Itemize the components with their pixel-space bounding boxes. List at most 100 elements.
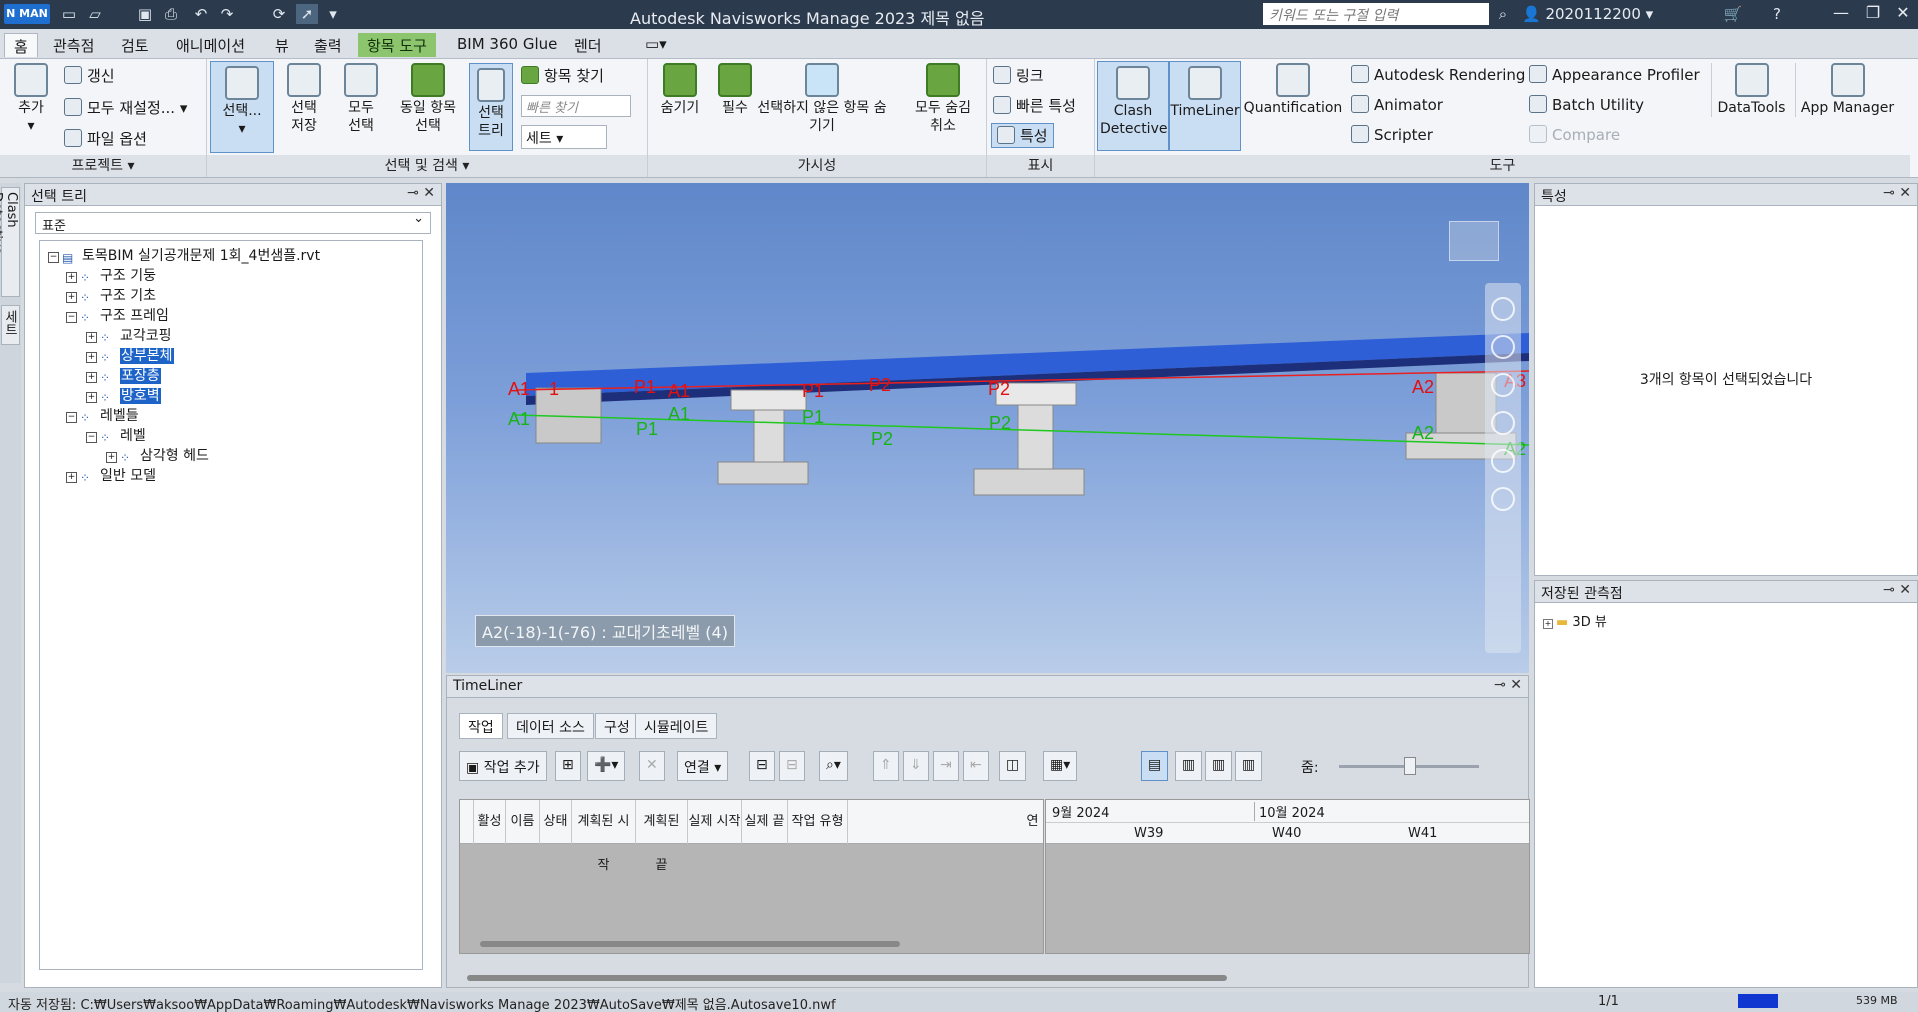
properties-button[interactable]: 특성 xyxy=(991,123,1054,148)
close-button[interactable]: ✕ xyxy=(1888,3,1918,25)
qa-dropdown-icon[interactable]: ▾ xyxy=(322,4,344,24)
add-task-button[interactable]: ▣ 작업 추가 xyxy=(459,751,547,781)
batch-utility-button[interactable]: Batch Utility xyxy=(1529,95,1644,114)
panel-select-label[interactable]: 선택 및 검색 ▾ xyxy=(207,155,647,177)
zoom-slider[interactable] xyxy=(1339,757,1479,775)
panel-pin-close-icon[interactable]: ⊸ ✕ xyxy=(1494,677,1522,693)
expand-toggle[interactable]: − xyxy=(86,432,97,443)
autodesk-rendering-button[interactable]: Autodesk Rendering xyxy=(1351,65,1525,84)
sets-side-tab[interactable]: 세트 xyxy=(1,305,20,345)
clash-detective-button[interactable]: Clash Detective xyxy=(1097,61,1169,151)
col-name[interactable]: 이름 xyxy=(506,800,540,844)
select-same-button[interactable]: 동일 항목 선택 xyxy=(393,63,463,135)
expand-toggle[interactable]: + xyxy=(66,292,77,303)
refresh-icon[interactable]: ⟳ xyxy=(268,4,290,24)
viewcube[interactable] xyxy=(1449,221,1499,261)
col-actual-end[interactable]: 실제 끝 xyxy=(742,800,788,844)
timeliner-button[interactable]: TimeLiner xyxy=(1169,61,1241,151)
tree-node[interactable]: + ⁘ 일반 모델 xyxy=(66,465,156,485)
quick-find-input[interactable]: 빠른 찾기 xyxy=(521,95,631,117)
planned-view-icon[interactable]: ▥ xyxy=(1175,751,1203,781)
expand-toggle[interactable]: − xyxy=(48,252,59,263)
tab-configure[interactable]: 구성 xyxy=(595,713,639,739)
tree-node[interactable]: + ⁘ 구조 기초 xyxy=(66,285,156,305)
link-button[interactable]: 연결 ▾ xyxy=(677,751,729,781)
save-selection-button[interactable]: 선택 저장 xyxy=(279,63,329,135)
quantification-button[interactable]: Quantification xyxy=(1243,63,1343,117)
refresh-button[interactable]: 갱신 xyxy=(64,65,115,86)
gantt-view-icon[interactable]: ▤ xyxy=(1141,751,1169,781)
tree-node[interactable]: + ⁘ 교각코핑 xyxy=(86,325,172,345)
select-cursor-icon[interactable]: ➚ xyxy=(296,4,318,24)
3d-viewport[interactable]: A1 1 P1 A1 P1 P2 P2 A2 A3 A1 P1 A1 P1 P2… xyxy=(446,183,1529,673)
panel-pin-close-icon[interactable]: ⊸ ✕ xyxy=(1883,185,1911,201)
panel-pin-close-icon[interactable]: ⊸ ✕ xyxy=(407,185,435,201)
datatools-button[interactable]: DataTools xyxy=(1711,63,1791,117)
insert-task-icon[interactable]: ➕▾ xyxy=(587,751,626,781)
pan-icon[interactable] xyxy=(1491,297,1515,321)
attach-icon[interactable]: ⊟ xyxy=(749,751,775,781)
selection-tree-button[interactable]: 선택 트리 xyxy=(469,63,513,151)
expand-toggle[interactable]: − xyxy=(66,412,77,423)
restore-button[interactable]: ❐ xyxy=(1858,3,1888,25)
add-button[interactable]: 추가 ▾ xyxy=(6,63,56,135)
tree-node[interactable]: + ⁘ 삼각형 헤드 xyxy=(106,445,209,465)
walk-icon[interactable] xyxy=(1491,449,1515,473)
keyword-search-input[interactable]: 키워드 또는 구절 입력 xyxy=(1263,3,1489,25)
comment-icon[interactable]: ◫ xyxy=(999,751,1027,781)
actual-view-icon[interactable]: ▥ xyxy=(1205,751,1233,781)
new-file-icon[interactable]: ▭ xyxy=(58,4,80,24)
clash-detective-side-tab[interactable]: Clash Detective xyxy=(0,187,20,297)
animator-button[interactable]: Animator xyxy=(1351,95,1443,114)
app-logo[interactable]: N MAN xyxy=(4,4,50,24)
auto-add-icon[interactable]: ⊞ xyxy=(555,751,581,781)
hide-button[interactable]: 숨기기 xyxy=(652,63,708,117)
tab-review[interactable]: 검토 xyxy=(112,33,158,57)
expand-toggle[interactable]: + xyxy=(86,392,97,403)
reset-all-button[interactable]: 모두 재설정... ▾ xyxy=(64,97,187,118)
links-button[interactable]: 링크 xyxy=(993,65,1044,86)
tree-node-selected[interactable]: + ⁘ 상부본체 xyxy=(86,345,174,365)
col-actual-start[interactable]: 실제 시작 xyxy=(688,800,742,844)
expand-toggle[interactable]: + xyxy=(106,452,117,463)
open-file-icon[interactable]: ▱ xyxy=(84,4,106,24)
find-items-icon[interactable]: ⌕▾ xyxy=(819,751,848,781)
select-all-button[interactable]: 모두 선택 xyxy=(333,63,389,135)
tab-extra-icon[interactable]: ▭▾ xyxy=(636,33,676,57)
select-icon[interactable] xyxy=(1491,487,1515,511)
zoom-slider-thumb[interactable] xyxy=(1404,757,1416,775)
col-planned-end[interactable]: 계획된 끝 xyxy=(636,800,688,873)
tab-simulate[interactable]: 시뮬레이트 xyxy=(635,713,718,739)
appearance-profiler-button[interactable]: Appearance Profiler xyxy=(1529,65,1700,84)
compare-view-icon[interactable]: ▥ xyxy=(1235,751,1263,781)
redo-icon[interactable]: ↷ xyxy=(216,4,238,24)
tree-node-selected[interactable]: + ⁘ 방호벽 xyxy=(86,385,161,405)
app-manager-button[interactable]: App Manager xyxy=(1795,63,1899,117)
tab-data-sources[interactable]: 데이터 소스 xyxy=(507,713,594,739)
expand-toggle[interactable]: + xyxy=(86,372,97,383)
tab-viewpoint[interactable]: 관측점 xyxy=(44,33,103,57)
col-attached[interactable]: 연 xyxy=(1020,800,1045,844)
tree-node[interactable]: − ⁘ 레벨 xyxy=(86,425,146,445)
panel-project-label[interactable]: 프로젝트 ▾ xyxy=(0,155,206,177)
columns-icon[interactable]: ▦▾ xyxy=(1043,751,1078,781)
tab-output[interactable]: 출력 xyxy=(305,33,351,57)
tab-tasks[interactable]: 작업 xyxy=(459,713,503,739)
tree-node[interactable]: + ⁘ 구조 기둥 xyxy=(66,265,156,285)
col-task-type[interactable]: 작업 유형 xyxy=(788,800,848,844)
sets-dropdown[interactable]: 세트 ▾ xyxy=(521,125,607,149)
quick-properties-button[interactable]: 빠른 특성 xyxy=(993,95,1076,116)
tree-node[interactable]: − ⁘ 구조 프레임 xyxy=(66,305,169,325)
print-icon[interactable]: ⎙ xyxy=(160,4,182,24)
file-options-button[interactable]: 파일 옵션 xyxy=(64,128,147,149)
required-button[interactable]: 필수 xyxy=(710,63,760,117)
tab-animation[interactable]: 애니메이션 xyxy=(167,33,254,57)
minimize-button[interactable]: — xyxy=(1826,3,1856,25)
tab-render[interactable]: 렌더 xyxy=(565,33,611,57)
hide-unselected-button[interactable]: 선택하지 않은 항목 숨기기 xyxy=(754,63,890,135)
col-active[interactable]: 활성 xyxy=(474,800,506,844)
save-icon[interactable]: ▣ xyxy=(134,4,156,24)
tab-view[interactable]: 뷰 xyxy=(266,33,298,57)
cart-icon[interactable]: 🛒 xyxy=(1722,4,1744,24)
zoom-icon[interactable] xyxy=(1491,335,1515,359)
